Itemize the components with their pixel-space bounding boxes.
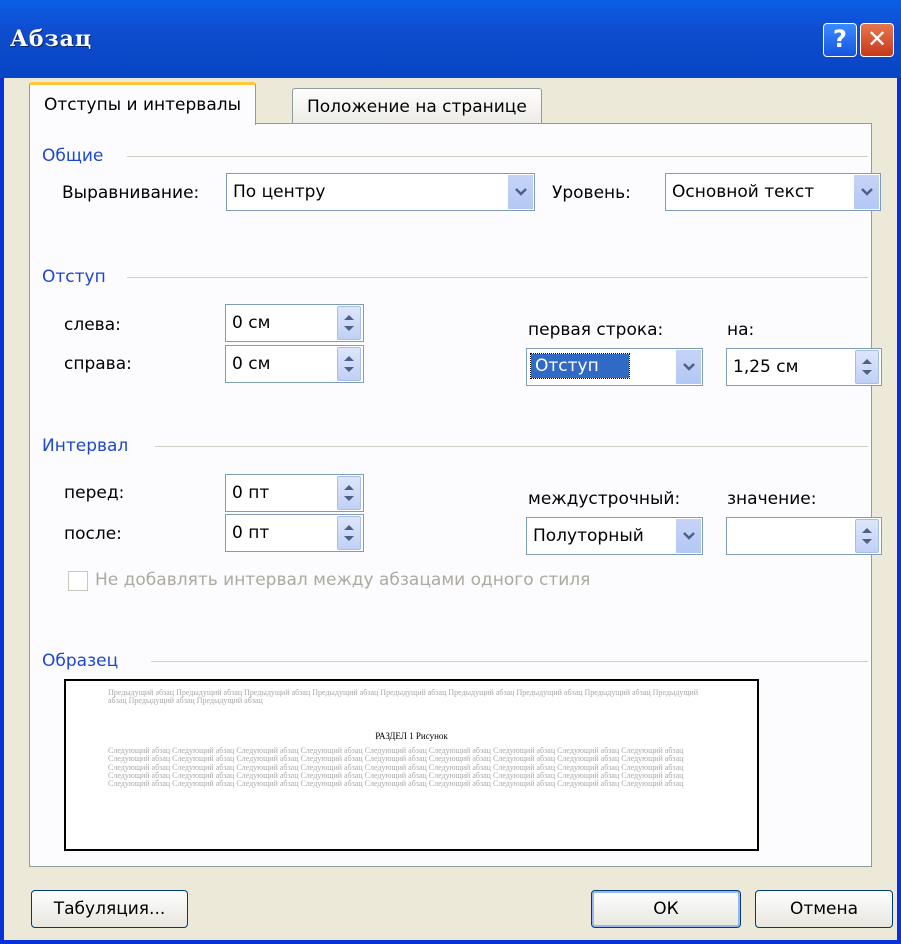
line-spacing-label: междустрочный:: [528, 489, 681, 509]
section-sample: Образец: [42, 651, 119, 671]
title-bar[interactable]: Абзац ? ✕: [0, 0, 901, 78]
level-label: Уровень:: [552, 183, 631, 203]
alignment-value: По центру: [233, 182, 326, 202]
spacing-before-spinner[interactable]: 0 пт: [225, 474, 364, 512]
cancel-button[interactable]: Отмена: [755, 890, 893, 928]
section-divider: [127, 277, 868, 278]
spinner-arrows-icon[interactable]: [337, 347, 361, 381]
section-spacing: Интервал: [42, 436, 129, 456]
spacing-after-label: после:: [64, 524, 122, 544]
dialog-title: Абзац: [10, 26, 93, 52]
level-value: Основной текст: [672, 182, 815, 202]
spinner-arrows-icon[interactable]: [855, 350, 879, 384]
paragraph-preview: Предыдущий абзац Предыдущий абзац Предыд…: [64, 679, 759, 851]
first-line-label: первая строка:: [528, 320, 664, 340]
preview-current-paragraph: РАЗДЕЛ 1 Рисунок: [375, 731, 448, 741]
no-space-same-style-label: Не добавлять интервал между абзацами одн…: [95, 570, 591, 590]
line-spacing-select[interactable]: Полуторный: [526, 517, 703, 555]
indent-right-spinner[interactable]: 0 см: [225, 345, 364, 383]
spacing-before-label: перед:: [64, 483, 125, 503]
close-button[interactable]: ✕: [860, 23, 894, 57]
first-line-select[interactable]: Отступ: [526, 348, 703, 386]
tab-indents-spacing[interactable]: Отступы и интервалы: [29, 82, 257, 125]
spacing-before-value: 0 пт: [232, 483, 270, 503]
indent-left-value: 0 см: [232, 313, 271, 333]
first-line-by-spinner[interactable]: 1,25 см: [726, 348, 882, 386]
value-label: значение:: [727, 489, 817, 509]
no-space-same-style-checkbox[interactable]: [68, 571, 88, 591]
spinner-arrows-icon[interactable]: [337, 516, 361, 550]
indent-left-label: слева:: [64, 315, 121, 335]
indent-right-value: 0 см: [232, 354, 271, 374]
chevron-down-icon[interactable]: [675, 350, 701, 384]
preview-next-paragraph: Следующий абзац Следующий абзац Следующи…: [108, 747, 684, 789]
spacing-after-value: 0 пт: [232, 523, 270, 543]
first-line-by-value: 1,25 см: [733, 357, 799, 377]
chevron-down-icon[interactable]: [853, 175, 879, 209]
tabs-button[interactable]: Табуляция...: [31, 890, 188, 928]
indent-right-label: справа:: [64, 354, 132, 374]
section-divider: [151, 661, 868, 662]
preview-previous-paragraph: Предыдущий абзац Предыдущий абзац Предыд…: [108, 689, 699, 706]
paragraph-dialog: Абзац ? ✕ Положение на странице Отступы …: [0, 0, 901, 944]
spinner-arrows-icon[interactable]: [855, 519, 879, 553]
section-indent: Отступ: [42, 267, 106, 287]
section-divider: [127, 156, 868, 157]
line-spacing-value-spinner[interactable]: [726, 517, 882, 555]
section-general: Общие: [42, 146, 104, 166]
spinner-arrows-icon[interactable]: [337, 306, 361, 340]
spacing-after-spinner[interactable]: 0 пт: [225, 514, 364, 552]
alignment-label: Выравнивание:: [62, 183, 200, 203]
first-line-value: Отступ: [530, 353, 630, 379]
line-spacing-value: Полуторный: [533, 526, 644, 546]
level-select[interactable]: Основной текст: [665, 173, 881, 211]
spinner-arrows-icon[interactable]: [337, 476, 361, 510]
ok-button[interactable]: ОК: [591, 890, 741, 928]
alignment-select[interactable]: По центру: [226, 173, 535, 211]
tab-page-position[interactable]: Положение на странице: [292, 88, 542, 124]
by-label: на:: [727, 320, 755, 340]
chevron-down-icon[interactable]: [675, 519, 701, 553]
help-button[interactable]: ?: [823, 23, 857, 57]
section-divider: [155, 446, 868, 447]
indent-left-spinner[interactable]: 0 см: [225, 304, 364, 342]
chevron-down-icon[interactable]: [507, 175, 533, 209]
